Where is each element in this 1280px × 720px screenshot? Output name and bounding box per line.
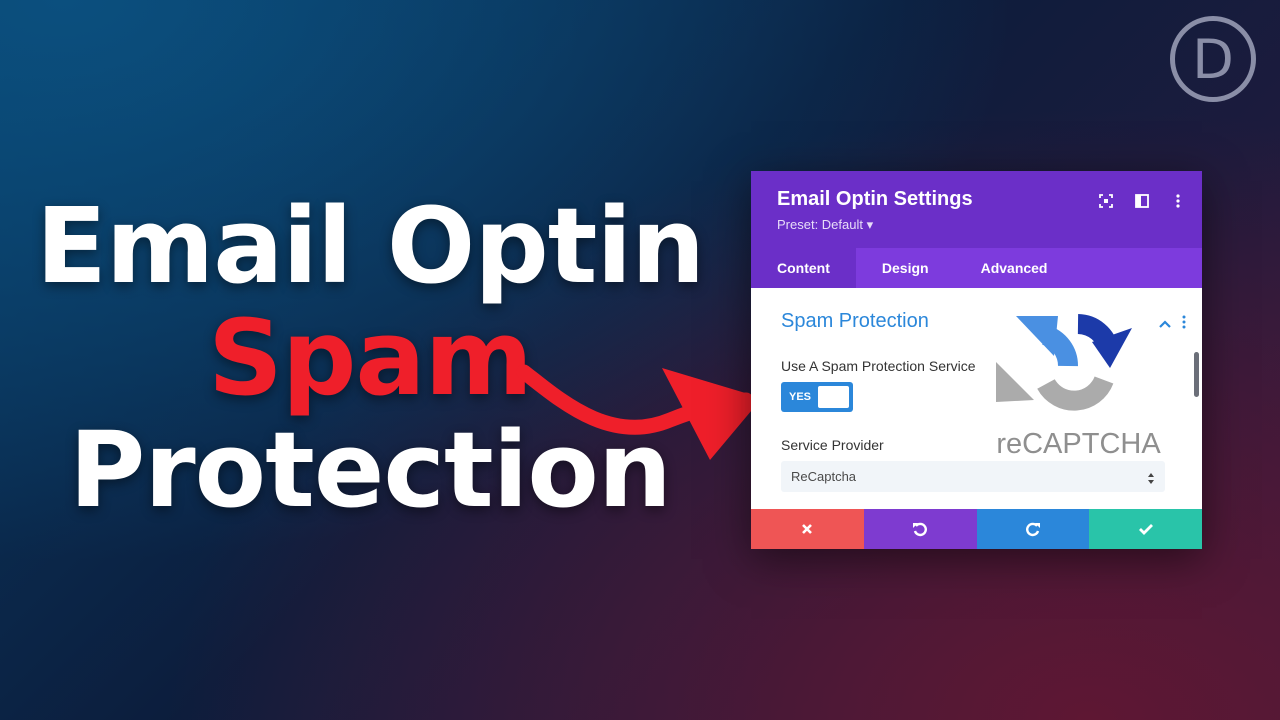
headline-line-1: Email Optin xyxy=(35,185,705,307)
service-provider-select[interactable]: ReCaptcha xyxy=(781,461,1165,492)
panel-header: Email Optin Settings Preset: Default ▾ xyxy=(751,171,1202,248)
service-provider-label: Service Provider xyxy=(781,437,884,453)
panel-tabs: Content Design Advanced xyxy=(751,248,1202,288)
tab-design[interactable]: Design xyxy=(856,248,955,288)
recaptcha-wordmark: reCAPTCHA xyxy=(996,428,1161,460)
undo-icon xyxy=(913,522,928,537)
section-title[interactable]: Spam Protection xyxy=(781,310,929,333)
panel-footer xyxy=(751,509,1202,549)
tab-advanced[interactable]: Advanced xyxy=(955,248,1074,288)
redo-button[interactable] xyxy=(976,509,1090,549)
cancel-button[interactable] xyxy=(751,509,864,549)
spam-service-toggle[interactable]: YES xyxy=(781,382,853,412)
tab-content[interactable]: Content xyxy=(751,248,856,288)
focus-icon[interactable] xyxy=(1096,191,1116,211)
red-arrow-icon xyxy=(516,364,762,460)
save-button[interactable] xyxy=(1089,509,1202,549)
panel-title: Email Optin Settings xyxy=(777,188,973,210)
spam-service-label: Use A Spam Protection Service xyxy=(781,358,976,374)
preset-dropdown[interactable]: Preset: Default ▾ xyxy=(777,217,873,233)
toggle-yes-label: YES xyxy=(789,391,812,403)
settings-panel: Email Optin Settings Preset: Default ▾ C… xyxy=(751,171,1202,549)
service-provider-value: ReCaptcha xyxy=(791,469,857,484)
panel-header-icons xyxy=(1096,191,1188,211)
check-icon xyxy=(1138,524,1153,535)
redo-icon xyxy=(1025,522,1040,537)
select-caret-icon xyxy=(1147,470,1155,489)
section-more-icon[interactable] xyxy=(1182,314,1186,333)
panel-body: Spam Protection Use A Spam Protection Se… xyxy=(751,288,1202,508)
toggle-knob xyxy=(818,386,849,408)
split-view-icon[interactable] xyxy=(1132,191,1152,211)
undo-button[interactable] xyxy=(863,509,977,549)
recaptcha-logo: reCAPTCHA xyxy=(996,310,1161,460)
panel-scrollbar[interactable] xyxy=(1194,352,1199,397)
close-icon xyxy=(802,524,813,534)
divi-logo-icon: D xyxy=(1170,16,1256,102)
section-icons xyxy=(1158,314,1186,333)
recaptcha-icon xyxy=(996,314,1132,411)
more-vertical-icon[interactable] xyxy=(1168,191,1188,211)
